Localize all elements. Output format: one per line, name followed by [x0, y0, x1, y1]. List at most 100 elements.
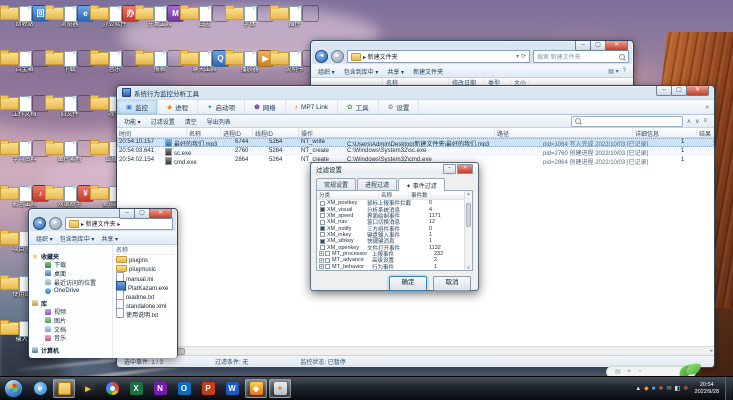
menu-icon[interactable]: ≡ — [703, 118, 707, 124]
taskbar-app-button[interactable]: ◆ — [245, 379, 267, 398]
ok-button[interactable]: 确定 — [389, 276, 427, 291]
column-header[interactable]: 进程ID — [221, 128, 253, 137]
checkbox[interactable] — [320, 200, 325, 206]
taskbar-app-button[interactable]: e — [29, 379, 51, 398]
taskbar-app-button[interactable]: ● — [269, 379, 291, 398]
desktop-icon[interactable]: 日志 — [180, 2, 229, 47]
show-desktop-button[interactable] — [725, 377, 732, 400]
checkbox[interactable] — [320, 219, 325, 225]
tab[interactable]: ⬟ 网络 — [245, 100, 286, 114]
toolbar-button[interactable]: 导出列表 — [207, 117, 231, 126]
minimize-button[interactable]: – — [119, 209, 135, 219]
desktop-icon[interactable]: 回 回收站 — [0, 2, 49, 47]
nav-item[interactable]: 库 — [32, 299, 112, 308]
desktop-icon[interactable]: 百宝箱 — [0, 47, 49, 92]
toolbar-button[interactable]: 过滤设置 — [151, 117, 175, 126]
horizontal-scrollbar[interactable]: ◂ ▸ — [117, 346, 714, 355]
tray-icon[interactable]: ▲ — [635, 386, 641, 392]
nav-item[interactable]: 音乐 — [32, 333, 112, 342]
column-header[interactable]: 详细信息 — [633, 128, 697, 137]
close-button[interactable]: ✕ — [605, 41, 628, 51]
nav-item[interactable]: 图片 — [32, 316, 112, 325]
taskbar-app-button[interactable]: N — [149, 379, 171, 398]
toolbar-button[interactable]: 共享 ▾ — [387, 67, 404, 76]
forward-icon[interactable]: ► — [49, 217, 62, 230]
search-prev-icon[interactable]: ∧ — [687, 118, 691, 125]
widget-icon[interactable]: ✦ — [627, 369, 632, 375]
column-header[interactable]: 名称 — [113, 245, 173, 254]
maximize-button[interactable]: ▢ — [590, 41, 606, 51]
nav-item[interactable]: 文档 — [32, 325, 112, 333]
search-input[interactable] — [570, 115, 683, 127]
expander-icon[interactable]: + — [319, 264, 324, 270]
close-button[interactable]: ✕ — [686, 86, 709, 96]
taskbar-app-button[interactable] — [53, 379, 75, 398]
close-button[interactable]: ✕ — [149, 209, 172, 219]
tray-icon[interactable]: ✉ — [666, 386, 671, 392]
tab[interactable]: ✦ 启动项 — [198, 100, 246, 114]
toolbar-button[interactable]: 包含到库中 ▾ — [344, 67, 379, 76]
tray-icon[interactable]: ✚ — [658, 386, 663, 392]
minimize-button[interactable]: – — [575, 41, 591, 51]
taskbar-app-button[interactable]: O — [173, 379, 195, 398]
checkbox[interactable] — [320, 245, 325, 251]
toolbar-button[interactable]: 功能 ▾ — [124, 117, 141, 126]
refresh-icon[interactable]: ⟳ — [521, 53, 526, 60]
taskbar-app-button[interactable] — [101, 379, 123, 398]
desktop-icon[interactable]: 下载 — [45, 47, 94, 92]
toolbar-button[interactable]: 共享 ▾ — [101, 234, 118, 243]
nav-item[interactable]: 视频 — [32, 308, 112, 316]
maximize-button[interactable]: ▢ — [671, 86, 687, 96]
desktop-icon[interactable]: 字体 — [225, 2, 274, 47]
desktop-icon[interactable]: 图片素材 — [45, 137, 94, 182]
minimize-button[interactable]: – — [656, 86, 672, 96]
tab[interactable]: ✿ 工具 — [338, 100, 379, 114]
toolbar-button[interactable]: 新建文件夹 — [413, 67, 443, 76]
nav-item[interactable]: 计算机 — [32, 346, 112, 355]
expander-icon[interactable]: + — [319, 257, 324, 263]
checkbox[interactable] — [320, 238, 325, 244]
taskbar-app-button[interactable]: X — [125, 379, 147, 398]
checkbox[interactable] — [320, 226, 325, 232]
checkbox[interactable] — [320, 232, 325, 238]
back-icon[interactable]: ◄ — [33, 217, 46, 230]
filter-row[interactable]: + MT_behavior 行为事件 1 — [317, 263, 472, 270]
address-bar[interactable]: ▸ 新建文件夹 ▾ ⟳ — [347, 50, 530, 63]
toolbar-button[interactable]: 清空 — [185, 117, 197, 126]
view-icon[interactable]: ▤ ▾ — [608, 68, 618, 75]
file-row[interactable]: 使用说明.txt — [113, 308, 177, 319]
toolbar-button[interactable]: 包含到库中 ▾ — [60, 234, 95, 243]
file-row[interactable]: plugins — [113, 255, 177, 264]
column-header[interactable]: 路径 — [495, 128, 633, 137]
back-icon[interactable]: ◄ — [315, 50, 328, 63]
nav-item[interactable]: 下载 — [32, 261, 112, 269]
taskbar-app-button[interactable]: ▶ — [77, 379, 99, 398]
tray-icon[interactable]: ❖ — [683, 386, 688, 392]
column-header[interactable]: 操作 — [299, 128, 495, 137]
column-header[interactable]: 名称 — [187, 128, 221, 137]
start-button[interactable] — [4, 379, 23, 398]
taskbar-app-button[interactable]: P — [197, 379, 219, 398]
tray-icon[interactable]: ■ — [652, 386, 656, 392]
scroll-down-icon[interactable]: ▼ — [465, 265, 472, 270]
close-icon[interactable]: ✕ — [457, 164, 473, 174]
tray-icon[interactable]: ◧ — [674, 386, 680, 392]
checkbox[interactable] — [320, 207, 325, 213]
desktop-icon[interactable]: M 开发工具 — [135, 2, 184, 47]
widget-icon[interactable]: ▤ — [615, 369, 621, 375]
log-row[interactable]: 20:54:03.641 sc.exe 2760 5284 NT_create … — [117, 147, 714, 156]
nav-item[interactable]: 最近访问的位置 — [32, 278, 112, 286]
help-icon[interactable]: ? — [623, 68, 626, 75]
checkbox[interactable] — [325, 251, 330, 257]
taskbar-app-button[interactable]: W — [221, 379, 243, 398]
checkbox[interactable] — [320, 213, 325, 219]
tab-overflow-icon[interactable]: » — [700, 104, 714, 111]
column-header[interactable]: 线程ID — [253, 128, 299, 137]
log-row[interactable]: 20:54:10.157 最好的我们.mp3 6744 5264 NT_writ… — [117, 138, 714, 147]
column-header[interactable]: 时间 — [117, 128, 187, 137]
expander-icon[interactable]: + — [319, 251, 324, 257]
vertical-scrollbar[interactable]: ▲ ▼ — [464, 191, 472, 270]
taskbar-clock[interactable]: 20:54 2022/9/28 — [695, 382, 719, 395]
column-header[interactable]: 事件数 — [409, 191, 431, 199]
scroll-up-icon[interactable]: ▲ — [467, 191, 471, 196]
